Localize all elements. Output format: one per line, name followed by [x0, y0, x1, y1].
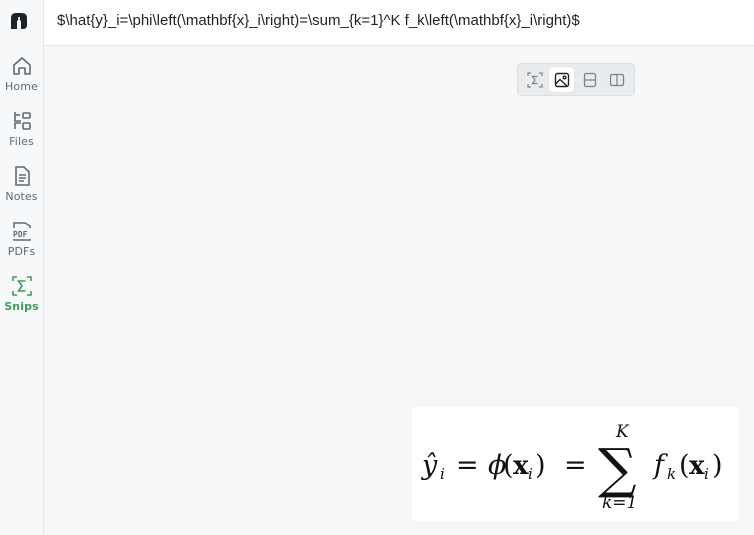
sidebar-item-pdfs[interactable]: PDF PDFs — [0, 218, 43, 268]
rendered-formula: ŷ i = ϕ ( x i ) = K ∑ k=1 f k ( x i ) — [421, 422, 723, 513]
sidebar: Home Files Notes PDF PDFs Snips — [0, 0, 44, 535]
sigma-icon — [11, 276, 32, 296]
split-horizontal-button[interactable] — [577, 67, 602, 92]
view-mode-toolbar — [517, 63, 635, 96]
formula-sub-i: i — [528, 465, 533, 483]
image-icon — [554, 72, 569, 87]
latex-output[interactable]: $\hat{y}_i=\phi\left(\mathbf{x}_i\right)… — [57, 12, 580, 29]
sidebar-item-notes[interactable]: Notes — [0, 163, 43, 213]
sidebar-item-files[interactable]: Files — [0, 108, 43, 158]
formula-sub-i: i — [440, 465, 445, 483]
files-icon — [13, 112, 31, 130]
snip-image-preview: ŷ i = ϕ ( x i ) = K ∑ k=1 f k ( x i ) — [412, 407, 738, 521]
split-horizontal-icon — [583, 72, 596, 87]
view-latex-button[interactable] — [522, 67, 547, 92]
formula-equals-1: = — [456, 450, 479, 481]
sidebar-item-label: Snips — [4, 300, 39, 313]
formula-equals-2: = — [564, 450, 587, 481]
sidebar-item-label: PDFs — [7, 245, 36, 258]
formula-paren-open-2: ( — [679, 450, 690, 481]
formula-paren-close-2: ) — [712, 450, 723, 481]
sidebar-item-label: Files — [9, 135, 34, 148]
home-icon — [12, 57, 31, 75]
main-panel: ŷ i = ϕ ( x i ) = K ∑ k=1 f k ( x i ) — [44, 46, 754, 535]
sigma-icon — [526, 71, 543, 88]
header-bar: $\hat{y}_i=\phi\left(\mathbf{x}_i\right)… — [44, 0, 754, 46]
notes-icon — [14, 166, 30, 186]
sidebar-item-label: Home — [5, 80, 38, 93]
split-vertical-icon — [609, 73, 624, 86]
formula-x-bold-2: x — [689, 451, 705, 481]
pdf-icon: PDF — [13, 222, 31, 241]
formula-paren-close-1: ) — [535, 450, 546, 481]
sidebar-item-label: Notes — [5, 190, 38, 203]
sidebar-item-snips[interactable]: Snips — [0, 273, 43, 323]
formula-sigma: ∑ — [598, 437, 637, 500]
formula-x-bold-1: x — [513, 451, 529, 481]
sidebar-item-home[interactable]: Home — [0, 53, 43, 103]
mathpix-logo[interactable] — [8, 10, 30, 32]
formula-lower-limit: k=1 — [602, 493, 637, 513]
split-vertical-button[interactable] — [604, 67, 629, 92]
view-image-button[interactable] — [549, 67, 574, 92]
formula-sub-i: i — [704, 465, 709, 483]
svg-text:PDF: PDF — [13, 230, 28, 239]
formula-paren-open-1: ( — [503, 450, 514, 481]
formula-y-hat: ŷ — [421, 450, 438, 481]
formula-f: f — [652, 450, 668, 481]
formula-sub-k: k — [667, 465, 676, 483]
